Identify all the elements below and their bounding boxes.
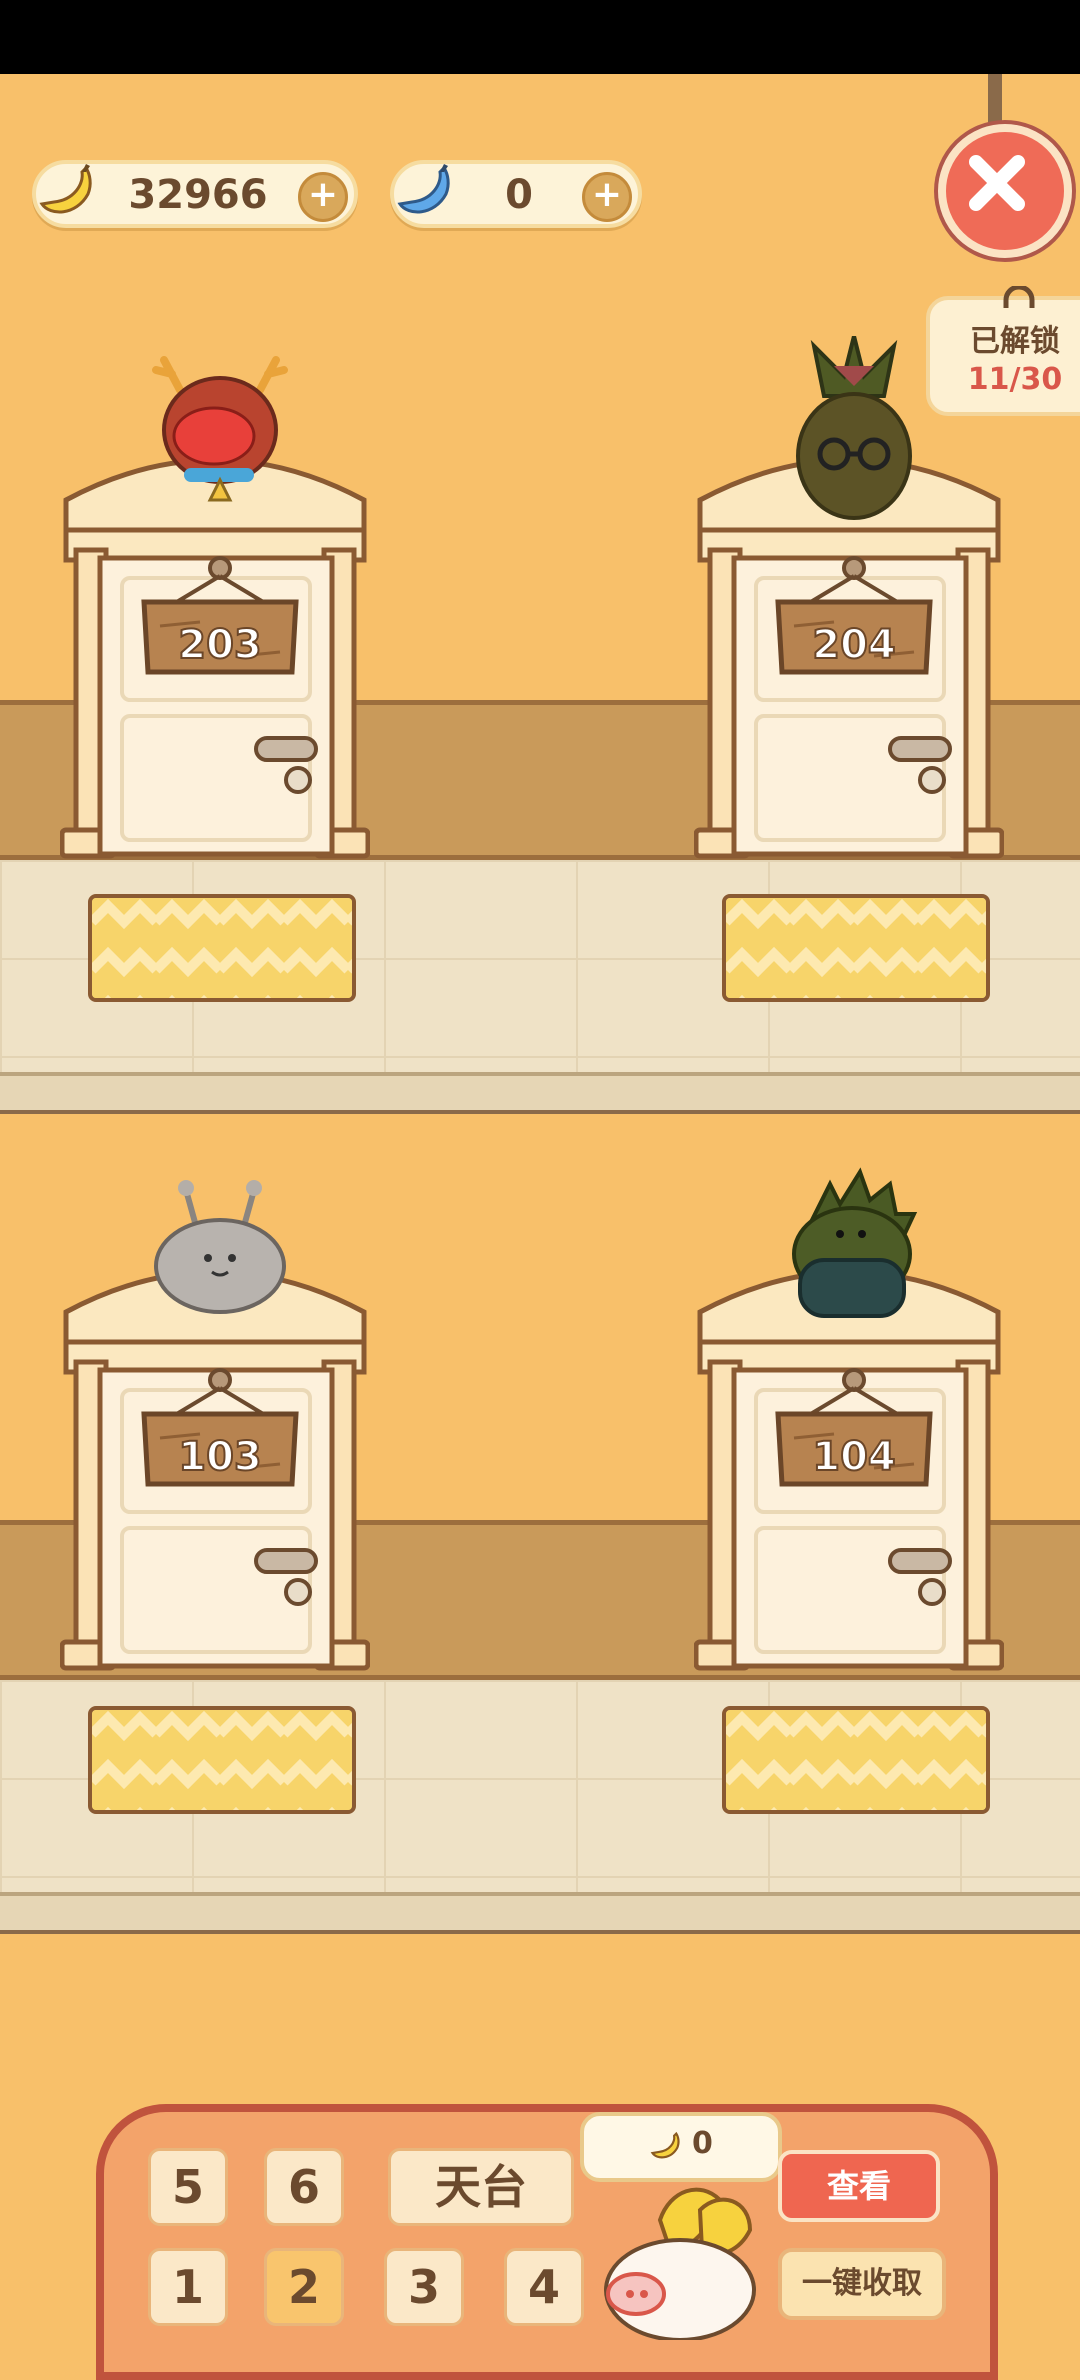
door-mat xyxy=(722,1706,990,1814)
collect-bubble: 0 xyxy=(580,2112,782,2182)
room-number: 104 xyxy=(811,1433,897,1481)
door-mat xyxy=(722,894,990,1002)
banana-counter: 32966 + xyxy=(32,160,358,228)
unlocked-progress: 已解锁 11/30 xyxy=(926,286,1080,416)
close-button[interactable] xyxy=(938,124,1072,258)
room-number: 103 xyxy=(177,1433,263,1481)
add-bananas-button[interactable]: + xyxy=(298,172,348,222)
unlocked-label: 已解锁 xyxy=(970,324,1060,359)
close-rope xyxy=(988,74,1002,130)
reindeer-character xyxy=(152,356,288,502)
status-bar xyxy=(0,0,1080,74)
blue-banana-counter: 0 + xyxy=(390,160,642,228)
door-mat xyxy=(88,894,356,1002)
room-number: 203 xyxy=(177,621,263,669)
floor-6-button[interactable]: 6 xyxy=(264,2148,344,2226)
floor-4-button[interactable]: 4 xyxy=(504,2248,584,2326)
collect-all-button[interactable]: 一键收取 xyxy=(778,2248,946,2320)
view-button[interactable]: 查看 xyxy=(778,2150,940,2222)
banana-count: 32966 xyxy=(128,172,268,218)
banana-icon xyxy=(650,2131,680,2159)
blue-banana-icon xyxy=(397,164,450,214)
lower-ledge xyxy=(0,1892,1080,1934)
floor-selector-panel xyxy=(96,2104,998,2380)
collect-amount: 0 xyxy=(692,2126,713,2161)
floor-2-button[interactable]: 2 xyxy=(264,2248,344,2326)
add-blue-bananas-button[interactable]: + xyxy=(582,172,632,222)
slug-character xyxy=(154,1180,286,1314)
door-mat xyxy=(88,1706,356,1814)
pig-collector[interactable] xyxy=(590,2170,770,2340)
close-icon xyxy=(969,155,1025,211)
pineapple-character xyxy=(796,336,912,520)
dinosaur-character xyxy=(792,1167,918,1318)
upper-ledge xyxy=(0,1072,1080,1114)
rooftop-button[interactable]: 天台 xyxy=(388,2148,574,2226)
banana-icon xyxy=(39,164,92,214)
floor-1-button[interactable]: 1 xyxy=(148,2248,228,2326)
floor-3-button[interactable]: 3 xyxy=(384,2248,464,2326)
unlocked-count: 11/30 xyxy=(967,362,1063,397)
blue-banana-count: 0 xyxy=(505,172,533,218)
room-number: 204 xyxy=(811,621,897,669)
floor-5-button[interactable]: 5 xyxy=(148,2148,228,2226)
